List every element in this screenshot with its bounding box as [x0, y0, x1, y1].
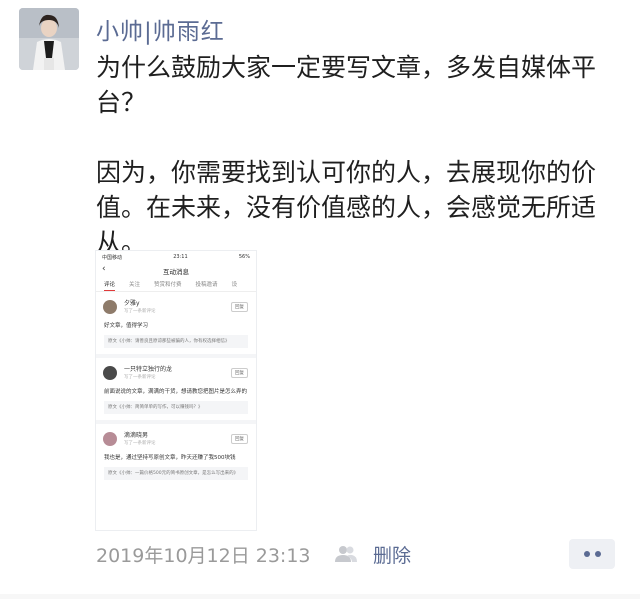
battery-label: 56% — [238, 254, 250, 260]
back-icon: ‹ — [102, 264, 106, 274]
comment-quote: 原文《小帅：一篇价格500元的简书原创文章，是怎么写出来的》 — [104, 467, 248, 480]
author-avatar[interactable] — [19, 8, 79, 70]
commenter-avatar — [103, 432, 117, 446]
more-actions-button[interactable] — [569, 539, 615, 569]
author-name[interactable]: 小帅|帅雨红 — [96, 12, 225, 46]
divider — [0, 594, 640, 599]
comment-body: 好文章，值得学习 — [104, 323, 149, 329]
tab-submission: 投稿邀请 — [195, 282, 218, 288]
nav-bar: ‹ 互动消息 — [96, 264, 256, 278]
reply-button: 回复 — [231, 302, 248, 312]
tab-follow: 关注 — [129, 282, 141, 288]
more-dot-icon — [594, 551, 601, 557]
signal-label: 中国移动 — [102, 255, 123, 261]
comment-item: 滴滴晓男 写了一条新评论 回复 我也是，通过坚持写原创文章，昨天还赚了我500块… — [96, 424, 256, 480]
comment-subtitle: 写了一条新评论 — [124, 309, 156, 314]
post-timestamp: 2019年10月12日 23:13 — [96, 545, 311, 567]
commenter-avatar — [103, 300, 117, 314]
comment-body: 我也是，通过坚持写原创文章，昨天还赚了我500块钱 — [104, 455, 236, 461]
reply-button: 回复 — [231, 368, 248, 378]
commenter-name: 夕雅y — [124, 300, 140, 307]
tab-comments: 评论 — [104, 280, 116, 291]
comment-subtitle: 写了一条新评论 — [124, 441, 156, 446]
clock-label: 23:11 — [173, 254, 188, 260]
comment-quote: 原文《小帅：请善良且原谅那些被骗的人，你有权选择相信》 — [104, 335, 248, 348]
page-title: 互动消息 — [163, 268, 189, 276]
people-icon — [335, 545, 357, 567]
status-bar: 中国移动 23:11 56% — [96, 251, 256, 261]
delete-link[interactable]: 删除 — [373, 541, 411, 568]
comment-subtitle: 写了一条新评论 — [124, 375, 156, 380]
tab-settings: 设 — [231, 282, 238, 288]
commenter-name: 一只特立独行的龙 — [124, 366, 173, 373]
embedded-screenshot[interactable]: 中国移动 23:11 56% ‹ 互动消息 评论 关注 赞赏和付费 投稿邀请 设… — [95, 250, 257, 531]
comment-item: 一只特立独行的龙 写了一条新评论 回复 前面说说的文章，满满的干货，想请教您把图… — [96, 358, 256, 414]
comment-item: 夕雅y 写了一条新评论 回复 好文章，值得学习 原文《小帅：请善良且原谅那些被骗… — [96, 292, 256, 348]
comment-body: 前面说说的文章，满满的干货，想请教您把图片是怎么弄的 — [104, 389, 248, 395]
more-dot-icon — [583, 551, 590, 557]
post-text: 为什么鼓励大家一定要写文章，多发自媒体平台？ 因为，你需要找到认可你的人，去展现… — [96, 53, 597, 257]
comment-quote: 原文《小帅：简简单单的写作，可以赚钱吗？》 — [104, 401, 248, 414]
tab-reward: 赞赏和付费 — [154, 282, 182, 288]
commenter-name: 滴滴晓男 — [124, 432, 149, 439]
commenter-avatar — [103, 366, 117, 380]
tab-bar: 评论 关注 赞赏和付费 投稿邀请 设 — [96, 278, 256, 292]
reply-button: 回复 — [231, 434, 248, 444]
